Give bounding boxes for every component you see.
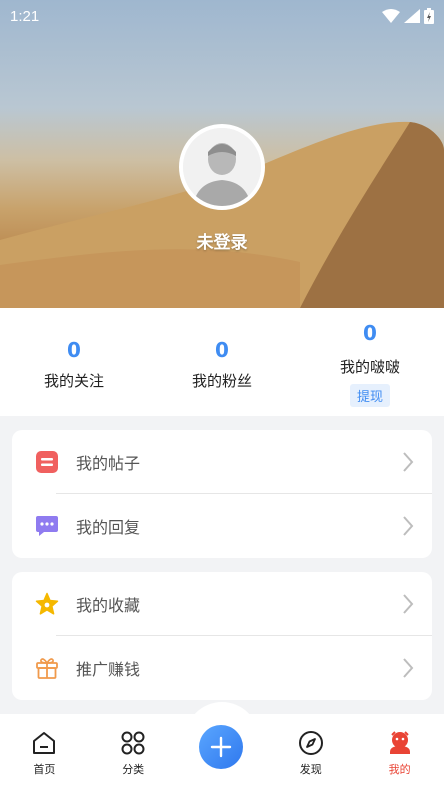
- username-login[interactable]: 未登录: [0, 228, 444, 253]
- new-post-button[interactable]: [199, 725, 243, 769]
- menu-label-my-favorites: 我的收藏: [76, 596, 141, 615]
- menu-card-posts: 我的帖子 我的回复: [12, 430, 432, 558]
- reply-icon: [34, 513, 60, 539]
- category-icon: [121, 731, 145, 755]
- signal-icon: [404, 9, 420, 23]
- profile-header-banner: 1:21 未登录: [0, 0, 444, 308]
- tab-label-discover: 发现: [299, 763, 322, 776]
- tab-label-home: 首页: [33, 763, 56, 776]
- menu-label-my-posts: 我的帖子: [76, 454, 141, 473]
- stat-bobo[interactable]: 0 我的啵啵 提现: [296, 308, 444, 416]
- chevron-right-icon: [403, 594, 414, 614]
- post-icon: [34, 449, 60, 475]
- menu-item-my-posts[interactable]: 我的帖子: [12, 430, 432, 494]
- avatar[interactable]: [179, 124, 265, 210]
- withdraw-button[interactable]: 提现: [349, 384, 391, 407]
- menu-card-favorites: 我的收藏 推广赚钱: [12, 572, 432, 700]
- chevron-right-icon: [403, 452, 414, 472]
- bobo-label: 我的啵啵: [339, 358, 400, 376]
- stat-fans[interactable]: 0 我的粉丝: [148, 308, 296, 416]
- chevron-right-icon: [403, 516, 414, 536]
- home-icon: [33, 732, 56, 754]
- tab-label-profile: 我的: [388, 763, 411, 776]
- following-count: 0: [67, 338, 81, 362]
- menu-label-promote-earn: 推广赚钱: [76, 660, 141, 679]
- chevron-right-icon: [403, 658, 414, 678]
- star-icon: [34, 591, 60, 617]
- stat-following[interactable]: 0 我的关注: [0, 308, 148, 416]
- battery-icon: [424, 8, 434, 24]
- tab-label-category: 分类: [122, 763, 145, 776]
- tab-profile[interactable]: 我的: [355, 714, 444, 789]
- gift-icon: [34, 655, 60, 681]
- default-avatar-icon: [183, 128, 261, 206]
- fans-label: 我的粉丝: [191, 372, 252, 390]
- fans-count: 0: [215, 338, 229, 362]
- plus-icon: [210, 736, 232, 758]
- menu-item-my-favorites[interactable]: 我的收藏: [12, 572, 432, 636]
- wifi-icon: [382, 9, 400, 23]
- stats-row: 0 我的关注 0 我的粉丝 0 我的啵啵 提现: [0, 308, 444, 416]
- following-label: 我的关注: [43, 372, 104, 390]
- status-bar: 1:21: [0, 0, 444, 32]
- status-time: 1:21: [10, 7, 40, 25]
- compass-icon: [298, 731, 323, 755]
- menu-item-promote-earn[interactable]: 推广赚钱: [12, 636, 432, 700]
- profile-icon: [389, 731, 410, 754]
- menu-item-my-replies[interactable]: 我的回复: [12, 494, 432, 558]
- bobo-count: 0: [363, 321, 377, 345]
- tab-category[interactable]: 分类: [89, 714, 178, 789]
- menu-label-my-replies: 我的回复: [76, 518, 141, 537]
- tab-discover[interactable]: 发现: [266, 714, 355, 789]
- tab-home[interactable]: 首页: [0, 714, 89, 789]
